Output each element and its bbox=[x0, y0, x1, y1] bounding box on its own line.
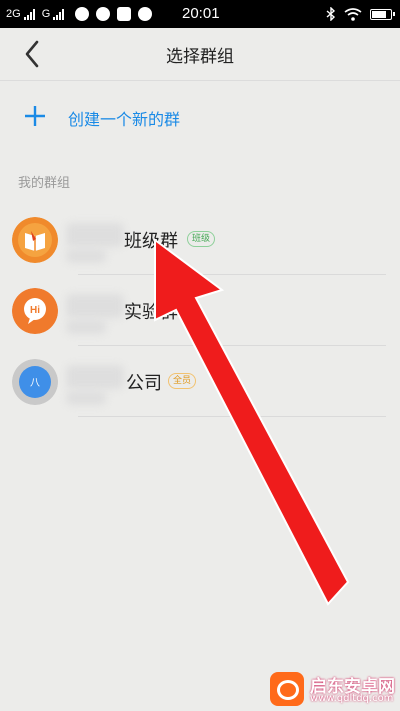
svg-text:八: 八 bbox=[30, 378, 40, 389]
watermark: 启东安卓网 www.qdltdq.com bbox=[262, 662, 400, 711]
section-my-groups: 我的群组 bbox=[18, 176, 71, 191]
signal-icon-2 bbox=[53, 8, 65, 20]
group-avatar-chat-icon: Hi bbox=[12, 288, 58, 334]
network-type-2: G bbox=[41, 8, 51, 20]
wifi-icon bbox=[344, 7, 362, 21]
group-avatar-book-icon bbox=[12, 217, 58, 263]
page-title: 选择群组 bbox=[166, 47, 234, 67]
group-item-experiment[interactable]: Hi 实验群 bbox=[0, 276, 400, 346]
signal-icon bbox=[23, 8, 35, 20]
blurred-name bbox=[66, 365, 124, 389]
row-divider bbox=[78, 274, 386, 275]
app-notification-icon-2 bbox=[96, 7, 111, 21]
qq-icon bbox=[138, 7, 153, 21]
svg-text:Hi: Hi bbox=[30, 305, 40, 316]
bluetooth-icon bbox=[326, 7, 336, 21]
group-item-company[interactable]: 八 公司 全员 bbox=[0, 347, 400, 417]
blurred-name bbox=[66, 294, 124, 318]
battery-icon bbox=[370, 8, 395, 20]
group-item-class[interactable]: 班级群 班级 bbox=[0, 205, 400, 275]
group-avatar-icon: 八 bbox=[12, 359, 58, 405]
status-time: 20:01 bbox=[182, 5, 220, 22]
row-divider bbox=[78, 416, 386, 417]
row-divider bbox=[78, 345, 386, 346]
group-name: 实验群 bbox=[124, 302, 178, 323]
group-tag: 全员 bbox=[168, 373, 197, 389]
status-right bbox=[326, 0, 395, 28]
app-notification-icon-3 bbox=[117, 7, 132, 21]
watermark-logo-icon bbox=[270, 672, 304, 706]
nav-bar: 选择群组 bbox=[0, 28, 400, 80]
app-notification-icon bbox=[75, 7, 90, 21]
blurred-subtext bbox=[66, 391, 106, 405]
create-group-button[interactable]: 创建一个新的群 bbox=[0, 95, 400, 139]
watermark-url: www.qdltdq.com bbox=[310, 693, 394, 704]
create-group-label: 创建一个新的群 bbox=[68, 110, 181, 129]
network-type-1: 2G bbox=[6, 8, 21, 20]
blurred-name bbox=[66, 223, 124, 247]
group-name: 公司 bbox=[126, 373, 162, 394]
blurred-subtext bbox=[66, 249, 106, 263]
status-bar: 2G G 20:01 bbox=[0, 0, 400, 28]
blurred-subtext bbox=[66, 320, 106, 334]
status-left: 2G G bbox=[6, 0, 153, 28]
plus-icon bbox=[25, 106, 45, 126]
group-tag: 班级 bbox=[187, 231, 216, 247]
group-name: 班级群 bbox=[124, 231, 178, 252]
nav-divider bbox=[0, 80, 400, 81]
